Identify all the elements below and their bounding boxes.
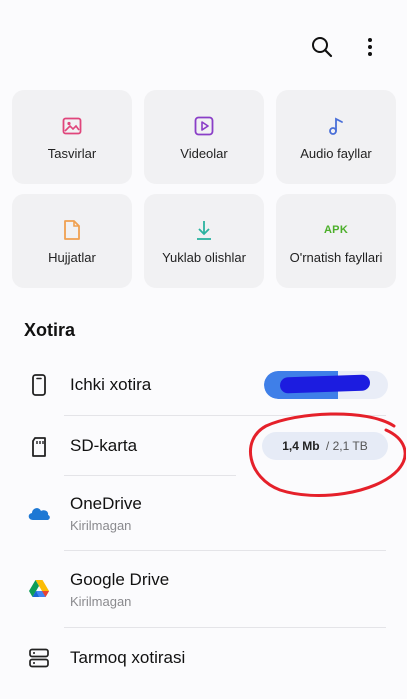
sd-card-icon	[26, 434, 52, 460]
category-grid: Tasvirlar Videolar Audio fayllar Hujjatl…	[12, 90, 396, 288]
phone-icon	[26, 372, 52, 398]
storage-row-onedrive[interactable]: OneDrive Kirilmagan	[0, 486, 407, 536]
storage-label: Ichki xotira	[70, 375, 152, 394]
top-bar	[309, 34, 383, 60]
category-label: O'rnatish fayllari	[289, 249, 383, 265]
category-label: Audio fayllar	[300, 145, 372, 161]
download-icon	[194, 218, 214, 242]
category-audio[interactable]: Audio fayllar	[276, 90, 396, 184]
video-icon	[194, 114, 214, 138]
sd-card-usage-badge: 1,4 Mb / 2,1 TB	[262, 432, 388, 460]
storage-row-network[interactable]: Tarmoq xotirasi	[0, 638, 407, 678]
category-images[interactable]: Tasvirlar	[12, 90, 132, 184]
redaction-scribble	[279, 374, 371, 394]
category-installers[interactable]: APK O'rnatish fayllari	[276, 194, 396, 288]
category-label: Hujjatlar	[48, 249, 96, 265]
storage-label: Tarmoq xotirasi	[70, 648, 186, 667]
storage-row-google-drive[interactable]: Google Drive Kirilmagan	[0, 562, 407, 612]
document-icon	[63, 218, 81, 242]
sd-separator: /	[322, 439, 333, 453]
sd-total-value: 2,1 TB	[332, 439, 368, 453]
divider	[64, 550, 386, 551]
divider	[64, 415, 386, 416]
divider	[64, 627, 386, 628]
category-label: Videolar	[180, 145, 228, 161]
apk-icon: APK	[323, 223, 349, 236]
sign-in-status: Kirilmagan	[70, 594, 132, 609]
category-downloads[interactable]: Yuklab olishlar	[144, 194, 264, 288]
search-icon[interactable]	[309, 34, 335, 60]
sign-in-status: Kirilmagan	[70, 518, 132, 533]
storage-label: OneDrive	[70, 494, 142, 513]
onedrive-icon	[26, 500, 52, 526]
storage-section-title: Xotira	[24, 320, 76, 340]
storage-label: Google Drive	[70, 570, 170, 589]
sd-used-value: 1,4 Mb	[282, 439, 320, 453]
category-label: Yuklab olishlar	[162, 249, 246, 265]
category-videos[interactable]: Videolar	[144, 90, 264, 184]
music-note-icon	[327, 114, 345, 138]
image-icon	[62, 114, 82, 138]
category-documents[interactable]: Hujjatlar	[12, 194, 132, 288]
storage-label: SD-karta	[70, 436, 138, 455]
google-drive-icon	[26, 576, 52, 602]
category-label: Tasvirlar	[47, 145, 97, 161]
server-icon	[26, 645, 52, 671]
more-options-icon[interactable]	[357, 34, 383, 60]
divider	[64, 475, 236, 476]
